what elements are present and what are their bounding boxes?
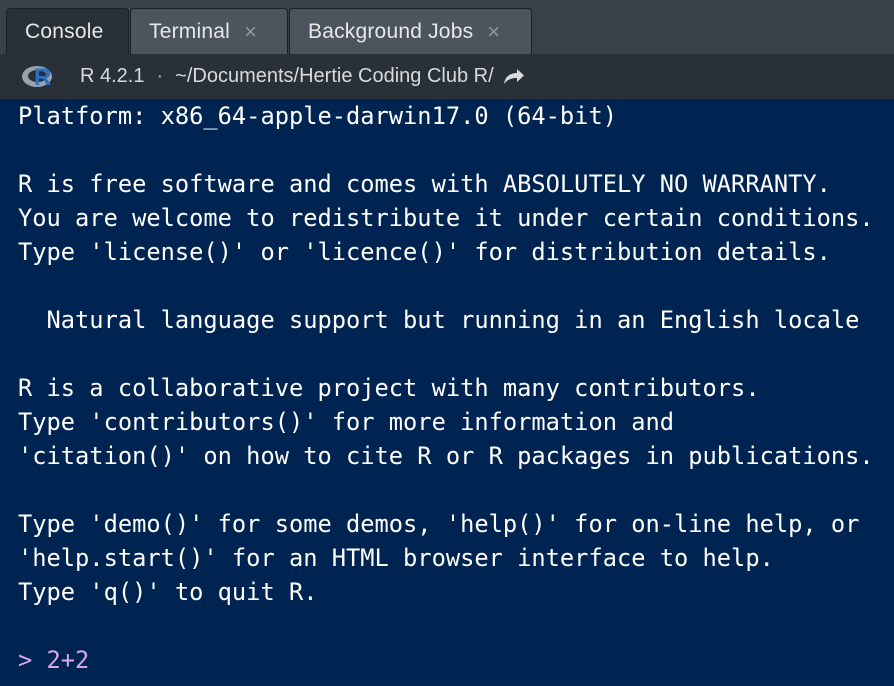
console-prompt-line[interactable]: > 2+2 bbox=[18, 643, 89, 677]
console-input[interactable]: 2+2 bbox=[47, 646, 90, 674]
rstudio-console-pane: Console Terminal × Background Jobs × R R… bbox=[0, 0, 894, 686]
prompt-symbol: > bbox=[18, 646, 33, 674]
tab-background-jobs-label: Background Jobs bbox=[308, 19, 474, 43]
arrow-forward-icon[interactable] bbox=[502, 67, 526, 87]
r-logo-letter: R bbox=[34, 63, 52, 91]
console-startup-text: Platform: x86_64-apple-darwin17.0 (64-bi… bbox=[18, 102, 874, 606]
tab-console-label: Console bbox=[25, 20, 104, 43]
tab-background-jobs[interactable]: Background Jobs × bbox=[289, 8, 532, 54]
close-icon[interactable]: × bbox=[244, 20, 257, 43]
console-path-bar: R R 4.2.1 · ~/Documents/Hertie Coding Cl… bbox=[0, 54, 894, 99]
tab-terminal[interactable]: Terminal × bbox=[130, 8, 288, 54]
tab-terminal-label: Terminal bbox=[149, 19, 230, 43]
pane-tab-bar: Console Terminal × Background Jobs × bbox=[0, 0, 894, 55]
working-directory: ~/Documents/Hertie Coding Club R/ bbox=[175, 65, 494, 87]
separator: · bbox=[156, 65, 164, 87]
r-version: R 4.2.1 bbox=[80, 65, 145, 87]
tab-console[interactable]: Console bbox=[6, 8, 129, 55]
console-output-area[interactable]: Platform: x86_64-apple-darwin17.0 (64-bi… bbox=[0, 99, 894, 686]
close-icon[interactable]: × bbox=[487, 20, 500, 43]
r-logo-icon: R bbox=[22, 63, 58, 91]
